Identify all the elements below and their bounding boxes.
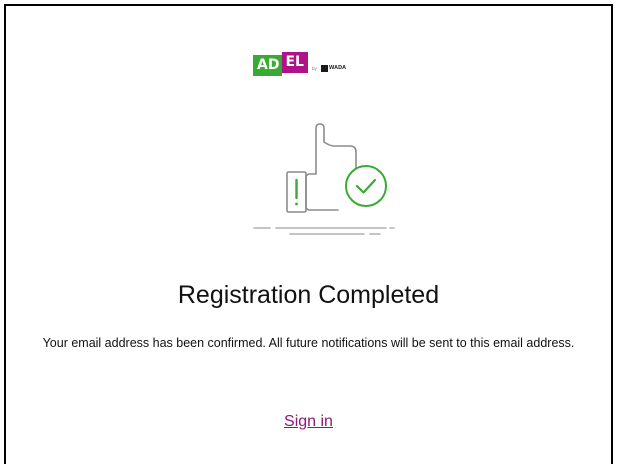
sign-in-container: Sign in bbox=[0, 413, 617, 431]
logo-ad: AD bbox=[253, 54, 283, 76]
wada-logo-mark bbox=[320, 64, 328, 72]
cuff-exclamation-dot bbox=[295, 202, 298, 206]
check-circle bbox=[345, 165, 387, 207]
thumb-fingers bbox=[305, 189, 339, 211]
sign-in-link[interactable]: Sign in bbox=[284, 413, 333, 430]
thumbs-up-check-icon bbox=[253, 123, 395, 235]
logo-by: by bbox=[311, 65, 317, 71]
confirmation-message: Your email address has been confirmed. A… bbox=[42, 336, 575, 350]
page-title: Registration Completed bbox=[177, 281, 440, 309]
logo-el: EL bbox=[282, 52, 308, 73]
logo-wada: WADA bbox=[328, 65, 347, 71]
adel-logo: AD EL by WADA bbox=[253, 52, 347, 76]
